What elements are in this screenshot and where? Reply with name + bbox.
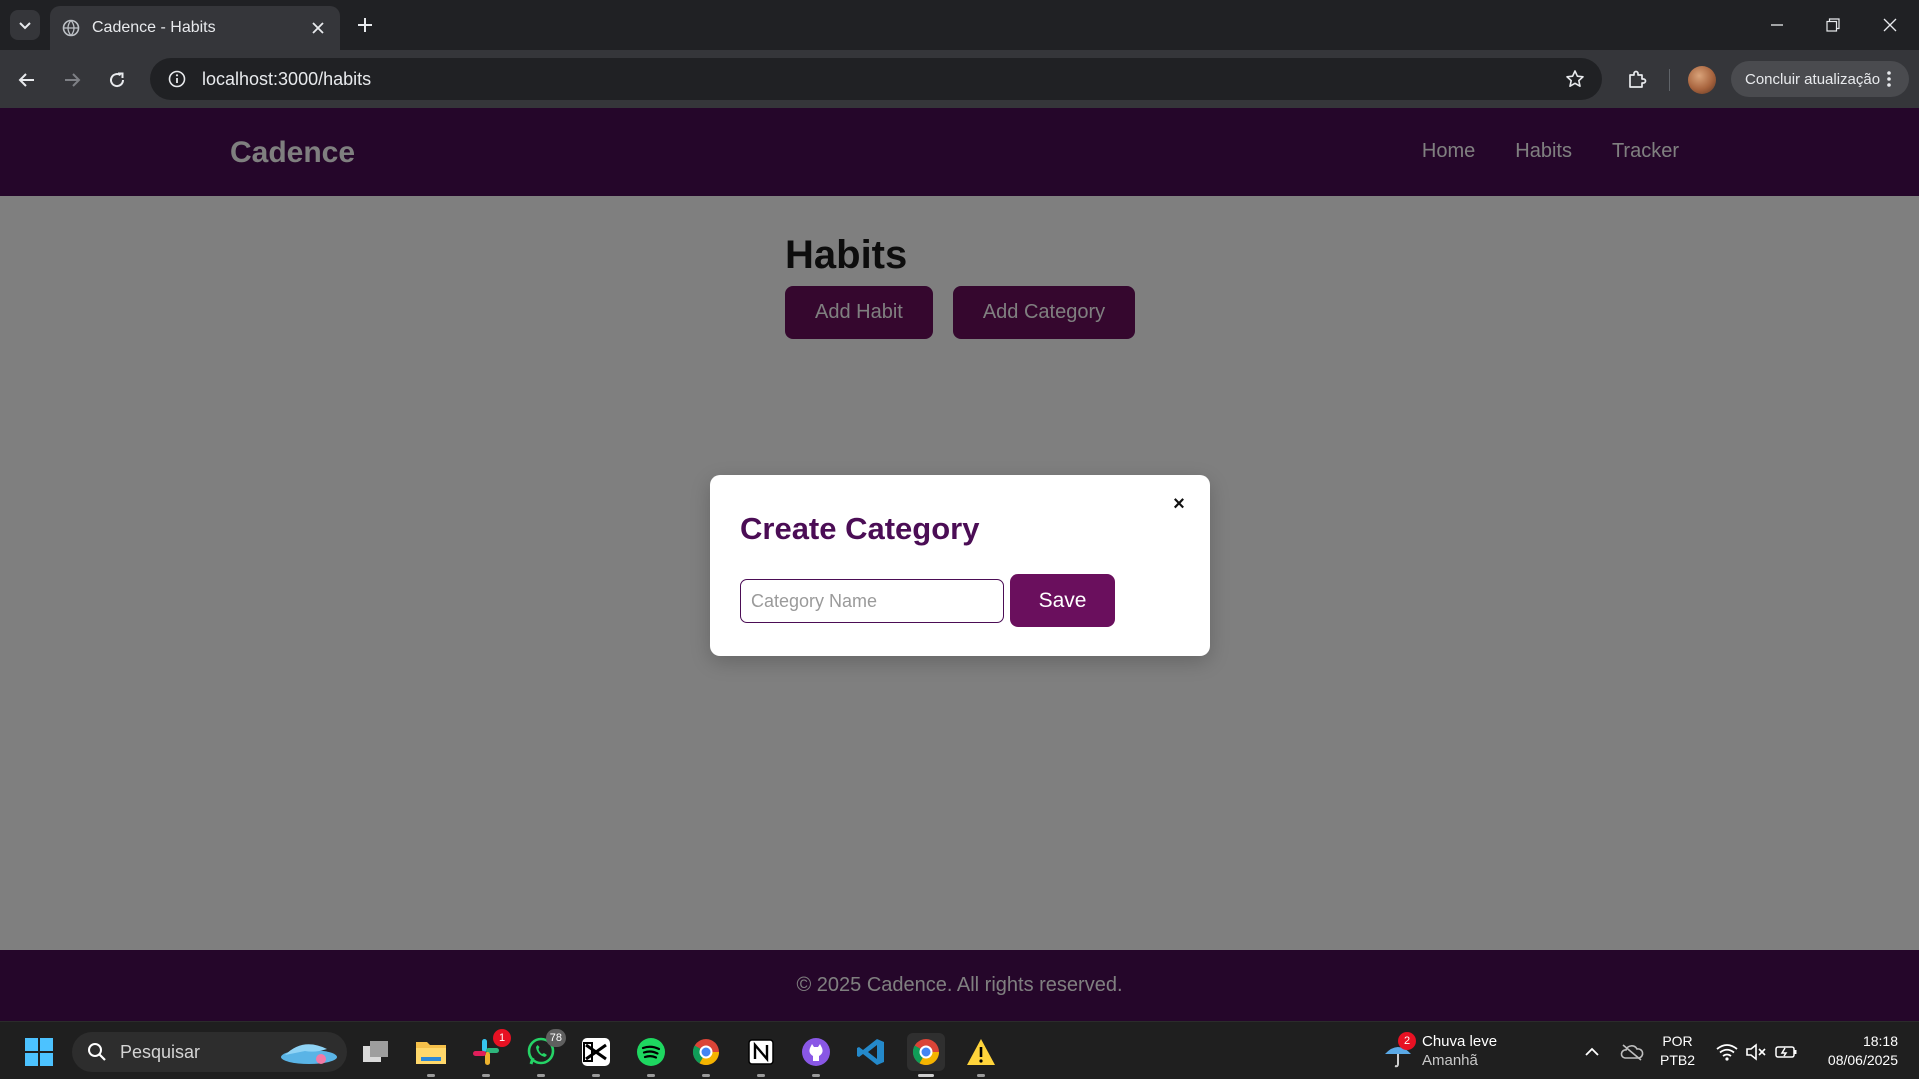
language-code: POR: [1662, 1033, 1693, 1049]
warning-app[interactable]: [962, 1033, 1000, 1077]
slack-app[interactable]: 1: [467, 1029, 511, 1077]
globe-icon: [62, 19, 80, 37]
extensions-puzzle-icon[interactable]: [1620, 63, 1654, 97]
close-icon: [1883, 18, 1897, 32]
modal-close-icon[interactable]: ×: [1168, 493, 1190, 515]
profile-avatar[interactable]: [1688, 66, 1716, 94]
start-button[interactable]: [20, 1033, 58, 1071]
reload-icon: [110, 72, 125, 88]
chrome-icon: [912, 1039, 940, 1066]
active-indicator: [918, 1074, 934, 1077]
browser-tab-bar: Cadence - Habits: [0, 0, 1919, 50]
running-indicator: [757, 1074, 765, 1077]
volume-muted-icon[interactable]: [1744, 1040, 1768, 1064]
weather-when: Amanhã: [1422, 1052, 1478, 1069]
restore-icon: [1826, 18, 1840, 32]
running-indicator: [977, 1074, 985, 1077]
more-vertical-icon[interactable]: [1879, 69, 1899, 89]
chevron-down-icon: [19, 22, 31, 30]
task-view-icon: [363, 1041, 388, 1062]
new-tab-button[interactable]: [350, 10, 380, 40]
show-hidden-icons-button[interactable]: [1580, 1040, 1604, 1064]
capcut-icon: [582, 1038, 610, 1066]
weather-condition: Chuva leve: [1422, 1033, 1498, 1050]
running-indicator: [482, 1074, 490, 1077]
spotify-app[interactable]: [632, 1033, 670, 1077]
warning-icon: [967, 1039, 995, 1065]
input-language[interactable]: POR PTB2: [1660, 1032, 1695, 1070]
chrome-icon: [692, 1039, 720, 1066]
whatsapp-app[interactable]: 78: [522, 1029, 566, 1077]
search-highlight-icon: [281, 1044, 337, 1064]
folder-icon: [416, 1042, 446, 1064]
update-label: Concluir atualização: [1745, 70, 1881, 88]
minimize-icon: [1771, 24, 1783, 26]
tab-title: Cadence - Habits: [92, 19, 216, 36]
plus-icon: [358, 18, 372, 32]
category-name-input[interactable]: [740, 579, 1004, 623]
whatsapp-notification-badge: 78: [545, 1029, 566, 1047]
running-indicator: [592, 1074, 600, 1077]
modal-title: Create Category: [740, 511, 980, 546]
running-indicator: [812, 1074, 820, 1077]
windows-logo-icon: [25, 1038, 53, 1066]
tab-close-icon[interactable]: [308, 18, 328, 38]
keyboard-layout: PTB2: [1660, 1052, 1696, 1068]
url-text[interactable]: localhost:3000/habits: [202, 69, 1558, 90]
vscode-app[interactable]: [852, 1033, 890, 1071]
close-window-button[interactable]: [1861, 0, 1919, 50]
taskbar-search[interactable]: Pesquisar: [72, 1032, 347, 1072]
spotify-icon: [637, 1038, 665, 1066]
windows-taskbar: Pesquisar 1 78 2 Chuva leve Amanhã POR P…: [0, 1021, 1919, 1079]
search-icon: [84, 1039, 110, 1065]
arrow-left-icon: [18, 73, 34, 87]
wifi-icon[interactable]: [1715, 1040, 1739, 1064]
chevron-up-icon: [1585, 1047, 1599, 1056]
toolbar-separator: [1669, 69, 1670, 91]
bookmark-star-icon[interactable]: [1558, 62, 1592, 96]
back-button[interactable]: [11, 64, 43, 96]
restore-button[interactable]: [1804, 0, 1862, 50]
system-clock[interactable]: 18:18 08/06/2025: [1814, 1032, 1898, 1070]
notion-app[interactable]: [742, 1033, 780, 1077]
web-page: Cadence Home Habits Tracker Habits Add H…: [0, 108, 1919, 1021]
running-indicator: [702, 1074, 710, 1077]
battery-charging-icon[interactable]: [1774, 1040, 1798, 1064]
address-bar[interactable]: localhost:3000/habits: [150, 58, 1602, 100]
clock-date: 08/06/2025: [1827, 1052, 1898, 1068]
onedrive-icon[interactable]: [1620, 1040, 1644, 1064]
weather-alert-badge: 2: [1398, 1032, 1416, 1050]
browser-toolbar: localhost:3000/habits Concluir atualizaç…: [0, 50, 1919, 108]
minimize-button[interactable]: [1748, 0, 1806, 50]
github-icon: [802, 1038, 830, 1066]
site-info-icon[interactable]: [162, 64, 192, 94]
reload-button[interactable]: [101, 64, 133, 96]
running-indicator: [427, 1074, 435, 1077]
create-category-modal: Create Category × Save: [710, 475, 1210, 656]
save-button[interactable]: Save: [1010, 574, 1115, 627]
vscode-icon: [857, 1039, 884, 1065]
clock-time: 18:18: [1862, 1033, 1898, 1049]
file-explorer-app[interactable]: [412, 1033, 450, 1077]
running-indicator: [647, 1074, 655, 1077]
arrow-right-icon: [65, 73, 81, 87]
update-chrome-button[interactable]: Concluir atualização: [1731, 61, 1909, 97]
running-indicator: [537, 1074, 545, 1077]
notion-icon: [748, 1039, 774, 1065]
task-view-button[interactable]: [357, 1033, 395, 1071]
search-placeholder: Pesquisar: [120, 1041, 201, 1062]
chrome-profile-app[interactable]: [687, 1033, 725, 1077]
slack-notification-badge: 1: [493, 1029, 511, 1047]
tab-search-button[interactable]: [10, 10, 40, 40]
weather-widget[interactable]: 2 Chuva leve Amanhã: [1380, 1030, 1520, 1074]
capcut-app[interactable]: [577, 1033, 615, 1077]
chrome-app-active[interactable]: [907, 1033, 945, 1077]
browser-tab-active[interactable]: Cadence - Habits: [50, 6, 340, 50]
forward-button[interactable]: [56, 64, 88, 96]
github-desktop-app[interactable]: [797, 1033, 835, 1077]
